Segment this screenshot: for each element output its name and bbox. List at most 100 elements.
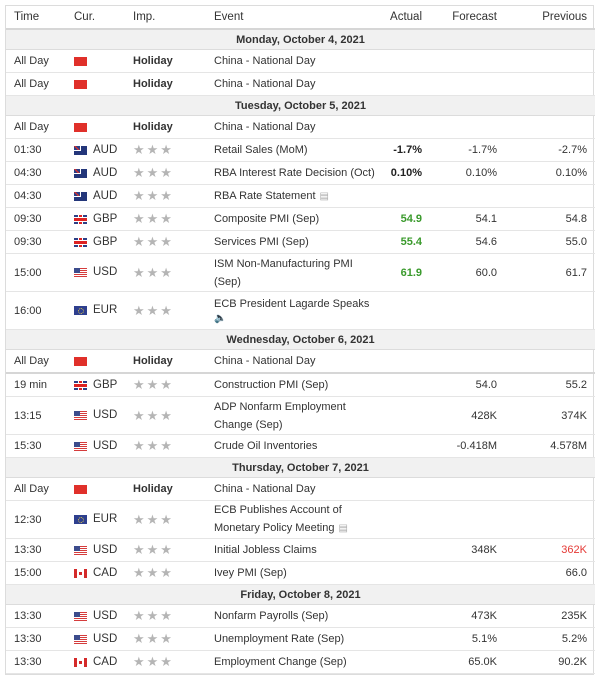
event-row[interactable]: 16:00 EUR ★★★ ECB President Lagarde Spea… bbox=[6, 291, 595, 330]
event-actual bbox=[380, 538, 430, 562]
event-importance: Holiday bbox=[125, 349, 206, 374]
document-icon[interactable]: ▤ bbox=[338, 520, 347, 538]
event-name[interactable]: ADP Nonfarm Employment Change (Sep) bbox=[206, 396, 380, 435]
importance-stars-icon: ★★★ bbox=[133, 142, 174, 157]
event-name[interactable]: ECB President Lagarde Speaks bbox=[214, 298, 369, 310]
col-previous[interactable]: Previous bbox=[505, 6, 595, 30]
col-importance[interactable]: Imp. bbox=[125, 6, 206, 30]
date-label: Friday, October 8, 2021 bbox=[6, 584, 595, 605]
event-currency: USD bbox=[93, 440, 118, 453]
event-name[interactable]: China - National Day bbox=[206, 477, 380, 501]
event-name[interactable]: ECB Publishes Account of Monetary Policy… bbox=[214, 504, 342, 534]
event-row[interactable]: All Day Holiday China - National Day bbox=[6, 72, 595, 96]
event-currency: CAD bbox=[93, 567, 118, 580]
event-actual bbox=[380, 349, 430, 374]
event-name[interactable]: Construction PMI (Sep) bbox=[206, 373, 380, 397]
event-previous: 61.7 bbox=[505, 253, 595, 292]
event-time: 13:30 bbox=[6, 604, 66, 628]
event-time: 12:30 bbox=[6, 500, 66, 539]
col-time[interactable]: Time bbox=[6, 6, 66, 30]
event-forecast: 54.1 bbox=[430, 207, 505, 231]
col-event[interactable]: Event bbox=[206, 6, 380, 30]
event-name[interactable]: Retail Sales (MoM) bbox=[206, 138, 380, 162]
event-row[interactable]: 09:30 GBP ★★★ Composite PMI (Sep) 54.9 5… bbox=[6, 207, 595, 231]
eu-flag-icon bbox=[74, 306, 87, 316]
event-previous: 54.8 bbox=[505, 207, 595, 231]
event-row[interactable]: 15:00 CAD ★★★ Ivey PMI (Sep) 66.0 bbox=[6, 561, 595, 585]
event-name[interactable]: RBA Interest Rate Decision (Oct) bbox=[206, 161, 380, 185]
event-currency: CAD bbox=[93, 656, 118, 669]
us-flag-icon bbox=[74, 545, 87, 555]
event-row[interactable]: 09:30 GBP ★★★ Services PMI (Sep) 55.4 54… bbox=[6, 230, 595, 254]
event-row[interactable]: 15:30 USD ★★★ Crude Oil Inventories -0.4… bbox=[6, 434, 595, 458]
event-time: 04:30 bbox=[6, 184, 66, 208]
australia-flag-icon bbox=[74, 168, 87, 178]
col-forecast[interactable]: Forecast bbox=[430, 6, 505, 30]
importance-stars-icon: ★★★ bbox=[133, 565, 174, 580]
canada-flag-icon bbox=[74, 568, 87, 578]
col-currency[interactable]: Cur. bbox=[66, 6, 125, 30]
event-actual: 55.4 bbox=[380, 230, 430, 254]
event-forecast: 60.0 bbox=[430, 253, 505, 292]
event-row[interactable]: 15:00 USD ★★★ ISM Non-Manufacturing PMI … bbox=[6, 253, 595, 292]
event-time: 15:00 bbox=[6, 561, 66, 585]
event-previous bbox=[505, 349, 595, 374]
event-name[interactable]: ISM Non-Manufacturing PMI (Sep) bbox=[206, 253, 380, 292]
event-forecast bbox=[430, 49, 505, 73]
event-row[interactable]: 12:30 EUR ★★★ ECB Publishes Account of M… bbox=[6, 500, 595, 539]
event-previous bbox=[505, 72, 595, 96]
event-row[interactable]: 01:30 AUD ★★★ Retail Sales (MoM) -1.7% -… bbox=[6, 138, 595, 162]
event-actual bbox=[380, 477, 430, 501]
event-name[interactable]: Ivey PMI (Sep) bbox=[206, 561, 380, 585]
event-previous: 5.2% bbox=[505, 627, 595, 651]
event-currency: GBP bbox=[93, 213, 118, 226]
date-label: Wednesday, October 6, 2021 bbox=[6, 329, 595, 350]
event-row[interactable]: 04:30 AUD ★★★ RBA Interest Rate Decision… bbox=[6, 161, 595, 185]
event-name[interactable]: China - National Day bbox=[206, 349, 380, 374]
event-name[interactable]: Nonfarm Payrolls (Sep) bbox=[206, 604, 380, 628]
event-actual bbox=[380, 604, 430, 628]
event-row[interactable]: 13:30 USD ★★★ Nonfarm Payrolls (Sep) 473… bbox=[6, 604, 595, 628]
event-row[interactable]: 13:30 USD ★★★ Initial Jobless Claims 348… bbox=[6, 538, 595, 562]
importance-stars-icon: ★★★ bbox=[133, 165, 174, 180]
china-flag-icon bbox=[74, 79, 87, 89]
speaker-icon[interactable]: 🔈 bbox=[214, 313, 380, 324]
event-time: All Day bbox=[6, 349, 66, 374]
event-row[interactable]: 19 min GBP ★★★ Construction PMI (Sep) 54… bbox=[6, 373, 595, 397]
event-name[interactable]: Employment Change (Sep) bbox=[206, 650, 380, 674]
event-name[interactable]: Composite PMI (Sep) bbox=[206, 207, 380, 231]
event-name[interactable]: Services PMI (Sep) bbox=[206, 230, 380, 254]
event-row[interactable]: 13:30 USD ★★★ Unemployment Rate (Sep) 5.… bbox=[6, 627, 595, 651]
event-name[interactable]: Crude Oil Inventories bbox=[206, 434, 380, 458]
event-currency: USD bbox=[93, 610, 118, 623]
event-row[interactable]: 13:15 USD ★★★ ADP Nonfarm Employment Cha… bbox=[6, 396, 595, 435]
date-row: Wednesday, October 6, 2021 bbox=[6, 329, 595, 350]
event-actual bbox=[380, 184, 430, 208]
event-row[interactable]: All Day Holiday China - National Day bbox=[6, 115, 595, 139]
col-actual[interactable]: Actual bbox=[380, 6, 430, 30]
event-row[interactable]: 13:30 CAD ★★★ Employment Change (Sep) 65… bbox=[6, 650, 595, 674]
event-row[interactable]: All Day Holiday China - National Day bbox=[6, 49, 595, 73]
event-currency: EUR bbox=[93, 513, 118, 526]
document-icon[interactable]: ▤ bbox=[320, 191, 329, 202]
eu-flag-icon bbox=[74, 515, 87, 525]
event-time: 13:30 bbox=[6, 650, 66, 674]
event-previous bbox=[505, 477, 595, 501]
event-name[interactable]: RBA Rate Statement bbox=[214, 190, 316, 202]
event-row[interactable]: 04:30 AUD ★★★ RBA Rate Statement ▤ bbox=[6, 184, 595, 208]
event-row[interactable]: All Day Holiday China - National Day bbox=[6, 477, 595, 501]
event-importance: Holiday bbox=[125, 115, 206, 139]
event-name[interactable]: Unemployment Rate (Sep) bbox=[206, 627, 380, 651]
event-name[interactable]: Initial Jobless Claims bbox=[206, 538, 380, 562]
event-previous bbox=[505, 115, 595, 139]
china-flag-icon bbox=[74, 122, 87, 132]
event-name[interactable]: China - National Day bbox=[206, 49, 380, 73]
uk-flag-icon bbox=[74, 237, 87, 247]
event-time: 09:30 bbox=[6, 207, 66, 231]
event-forecast bbox=[430, 291, 505, 330]
event-time: 19 min bbox=[6, 373, 66, 397]
event-name[interactable]: China - National Day bbox=[206, 115, 380, 139]
event-row[interactable]: All Day Holiday China - National Day bbox=[6, 349, 595, 374]
event-name[interactable]: China - National Day bbox=[206, 72, 380, 96]
event-importance: Holiday bbox=[125, 49, 206, 73]
